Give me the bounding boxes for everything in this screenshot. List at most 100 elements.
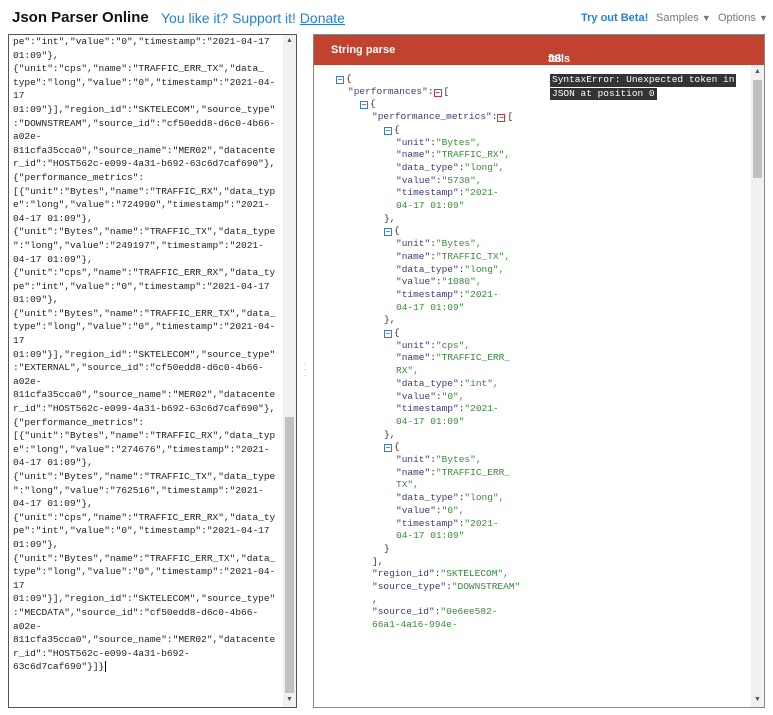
json-key: "name": [396, 352, 431, 364]
tree-row: },: [384, 314, 395, 327]
input-line: {"unit":"cps","name":"TRAFFIC_ERR_RX","d…: [13, 267, 276, 279]
input-line: 04-17 01:09"},: [13, 212, 93, 224]
json-string-value: "1080",: [441, 276, 482, 288]
json-input-textarea[interactable]: pe":"int","value":"0","timestamp":"2021-…: [8, 34, 297, 708]
json-key: "performance_metrics": [372, 111, 492, 123]
json-string-value: "TRAFFIC_RX",: [435, 149, 511, 161]
json-key: "value": [396, 276, 436, 288]
json-key: "unit": [396, 454, 431, 465]
tree-row: "name":"TRAFFIC_TX",: [396, 251, 510, 264]
tree-row: }: [384, 543, 390, 556]
collapse-object-icon[interactable]: −: [384, 126, 392, 135]
json-string-value: "TRAFFIC_ERR_: [435, 352, 511, 364]
input-scrollbar[interactable]: ▲ ▼: [283, 35, 296, 707]
input-line: 01:09"},: [13, 294, 59, 306]
scroll-up-icon[interactable]: ▲: [283, 37, 296, 44]
collapse-object-icon[interactable]: −: [384, 444, 392, 453]
input-line: {"unit":"Bytes","name":"TRAFFIC_TX","dat…: [13, 471, 276, 482]
tree-row: "source_type":"DOWNSTREAM": [372, 581, 520, 594]
json-key: "region_id": [372, 568, 435, 580]
input-line: pe":"int","value":"0","timestamp":"2021-…: [13, 525, 270, 537]
input-line: 04-17 01:09"},: [13, 253, 93, 265]
input-line: ":"long","value":"762516","timestamp":"2…: [13, 484, 264, 496]
json-key: "timestamp": [396, 517, 459, 529]
output-scrollbar[interactable]: ▲ ▼: [751, 66, 764, 707]
json-punctuation: {: [394, 327, 400, 338]
scroll-down-icon[interactable]: ▼: [751, 696, 764, 703]
donate-link[interactable]: Donate: [300, 10, 345, 26]
collapse-object-icon[interactable]: −: [336, 76, 344, 84]
json-key: "value": [396, 504, 436, 516]
json-string-value: "cps",: [435, 339, 471, 351]
input-line: 17: [13, 90, 25, 102]
tree-row: −{: [384, 441, 400, 454]
json-string-value: "0",: [441, 390, 465, 402]
json-key: "name": [396, 466, 431, 478]
tree-row: 04-17 01:09": [396, 530, 464, 543]
json-key: "data_type": [396, 492, 459, 504]
tree-row: ,: [372, 594, 378, 607]
json-string-value: "Bytes",: [435, 136, 482, 148]
json-string-value: "long",: [464, 161, 505, 173]
json-string-value: 04-17 01:09": [396, 415, 465, 427]
input-line: {"performance_metrics":: [13, 171, 145, 183]
json-key: "timestamp": [396, 187, 459, 199]
input-line: r_id":"HOST562c-e099-4a31-b692-: [13, 647, 190, 659]
output-scrollbar-thumb[interactable]: [753, 80, 762, 178]
tree-row: "unit":"Bytes",: [396, 238, 482, 251]
input-line: ":"long","value":"249197","timestamp":"2…: [13, 239, 264, 251]
tree-row: },: [384, 213, 395, 226]
input-line: [{"unit":"Bytes","name":"TRAFFIC_RX","da…: [13, 430, 276, 442]
string-parse-tab[interactable]: String parse: [331, 44, 395, 56]
tree-row: "value":"5738",: [396, 175, 482, 188]
json-string-value: "2021-: [464, 187, 499, 199]
json-key: "source_id": [372, 606, 435, 618]
input-line: 01:09"}],"region_id":"SKTELECOM","source…: [13, 103, 276, 115]
error-line: SyntaxError: Unexpected token in: [550, 74, 737, 87]
samples-menu[interactable]: Samples ▼: [656, 12, 711, 24]
input-line: 811cfa35cca0","source_name":"MER02","dat…: [13, 389, 276, 401]
input-scrollbar-thumb[interactable]: [285, 417, 294, 693]
input-line: r_id":"HOST562c-e099-4a31-b692-63c6d7caf…: [13, 158, 276, 170]
js-eval-status: fails: [548, 53, 571, 65]
json-string-value: "TRAFFIC_TX",: [435, 250, 511, 262]
collapse-array-icon[interactable]: −: [497, 114, 506, 123]
json-punctuation: {: [370, 98, 376, 110]
json-key: "unit": [396, 339, 431, 351]
tree-row: −{: [336, 73, 352, 86]
input-line: pe":"int","value":"0","timestamp":"2021-…: [13, 280, 270, 292]
options-menu-label: Options: [718, 12, 756, 24]
tree-row: "value":"0",: [396, 391, 464, 404]
collapse-array-icon[interactable]: −: [433, 88, 442, 97]
scroll-up-icon[interactable]: ▲: [751, 68, 764, 75]
input-line: e":"long","value":"724990","timestamp":"…: [13, 199, 270, 211]
tree-row: −{: [384, 225, 400, 238]
input-line: 17: [13, 579, 25, 591]
scroll-down-icon[interactable]: ▼: [283, 696, 296, 703]
input-line: a02e-: [13, 375, 42, 387]
options-menu[interactable]: Options ▼: [718, 12, 768, 24]
input-line: :"MECDATA","source_id":"cf50edd8-d6c0-4b…: [13, 606, 259, 618]
input-line: {"unit":"cps","name":"TRAFFIC_ERR_TX","d…: [13, 63, 264, 75]
json-key: "name": [396, 149, 431, 161]
collapse-object-icon[interactable]: −: [360, 101, 368, 110]
tree-row: −{: [384, 327, 400, 340]
json-string-value: "SKTELECOM",: [440, 568, 509, 580]
collapse-object-icon[interactable]: −: [384, 228, 392, 237]
input-line: 04-17 01:09"},: [13, 498, 93, 510]
top-bar: Json Parser Online You like it? Support …: [0, 0, 773, 33]
tree-row: "value":"0",: [396, 505, 464, 518]
json-punctuation: },: [384, 212, 396, 224]
text-cursor: [105, 661, 107, 673]
input-line: {"unit":"Bytes","name":"TRAFFIC_TX","dat…: [13, 226, 276, 238]
tree-row: "performance_metrics": −[: [372, 111, 513, 124]
json-string-value: TX",: [396, 479, 419, 491]
json-key: "timestamp": [396, 288, 459, 300]
tree-row: },: [384, 429, 395, 442]
pane-resize-handle[interactable]: · · ·: [303, 359, 307, 382]
tree-row: "source_id":"0e6ee582-: [372, 606, 497, 619]
output-panel: String parse JS eval fails −{"performanc…: [313, 34, 765, 708]
try-beta-link[interactable]: Try out Beta!: [581, 12, 648, 24]
support-message: You like it? Support it! Donate: [161, 10, 345, 26]
collapse-object-icon[interactable]: −: [384, 330, 392, 338]
